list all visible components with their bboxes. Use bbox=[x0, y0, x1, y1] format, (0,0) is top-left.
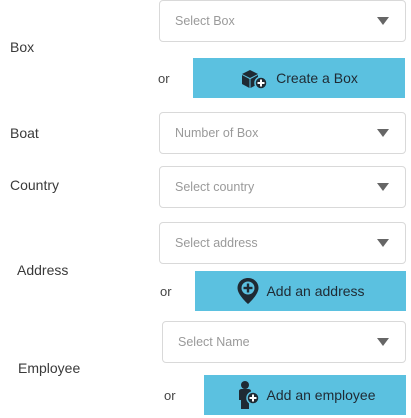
address-label: Address bbox=[17, 262, 69, 278]
location-plus-icon bbox=[236, 277, 260, 305]
add-address-button[interactable]: Add an address bbox=[195, 271, 406, 311]
person-plus-icon bbox=[235, 380, 261, 410]
employee-select[interactable]: Select Name bbox=[162, 321, 406, 363]
create-box-button[interactable]: Create a Box bbox=[193, 58, 405, 98]
country-select[interactable]: Select country bbox=[159, 166, 406, 208]
country-label: Country bbox=[10, 177, 60, 193]
employee-or-text: or bbox=[164, 388, 176, 403]
box-label: Box bbox=[10, 39, 35, 55]
employee-label: Employee bbox=[18, 360, 81, 376]
add-address-label: Add an address bbox=[266, 283, 365, 299]
address-select[interactable]: Select address bbox=[159, 222, 406, 264]
chevron-down-icon bbox=[377, 129, 389, 137]
country-select-placeholder: Select country bbox=[175, 180, 255, 194]
box-plus-icon bbox=[240, 66, 270, 90]
create-box-label: Create a Box bbox=[276, 70, 358, 86]
chevron-down-icon bbox=[377, 338, 389, 346]
address-select-placeholder: Select address bbox=[175, 236, 258, 250]
address-or-text: or bbox=[160, 284, 172, 299]
boat-select[interactable]: Number of Box bbox=[159, 112, 406, 154]
chevron-down-icon bbox=[377, 183, 389, 191]
add-employee-label: Add an employee bbox=[266, 387, 376, 403]
box-or-text: or bbox=[158, 71, 170, 86]
chevron-down-icon bbox=[377, 17, 389, 25]
boat-select-placeholder: Number of Box bbox=[175, 126, 259, 140]
box-select[interactable]: Select Box bbox=[159, 0, 406, 42]
add-employee-button[interactable]: Add an employee bbox=[204, 375, 406, 415]
box-select-placeholder: Select Box bbox=[175, 14, 235, 28]
employee-select-placeholder: Select Name bbox=[178, 335, 250, 349]
boat-label: Boat bbox=[10, 125, 39, 141]
chevron-down-icon bbox=[377, 239, 389, 247]
